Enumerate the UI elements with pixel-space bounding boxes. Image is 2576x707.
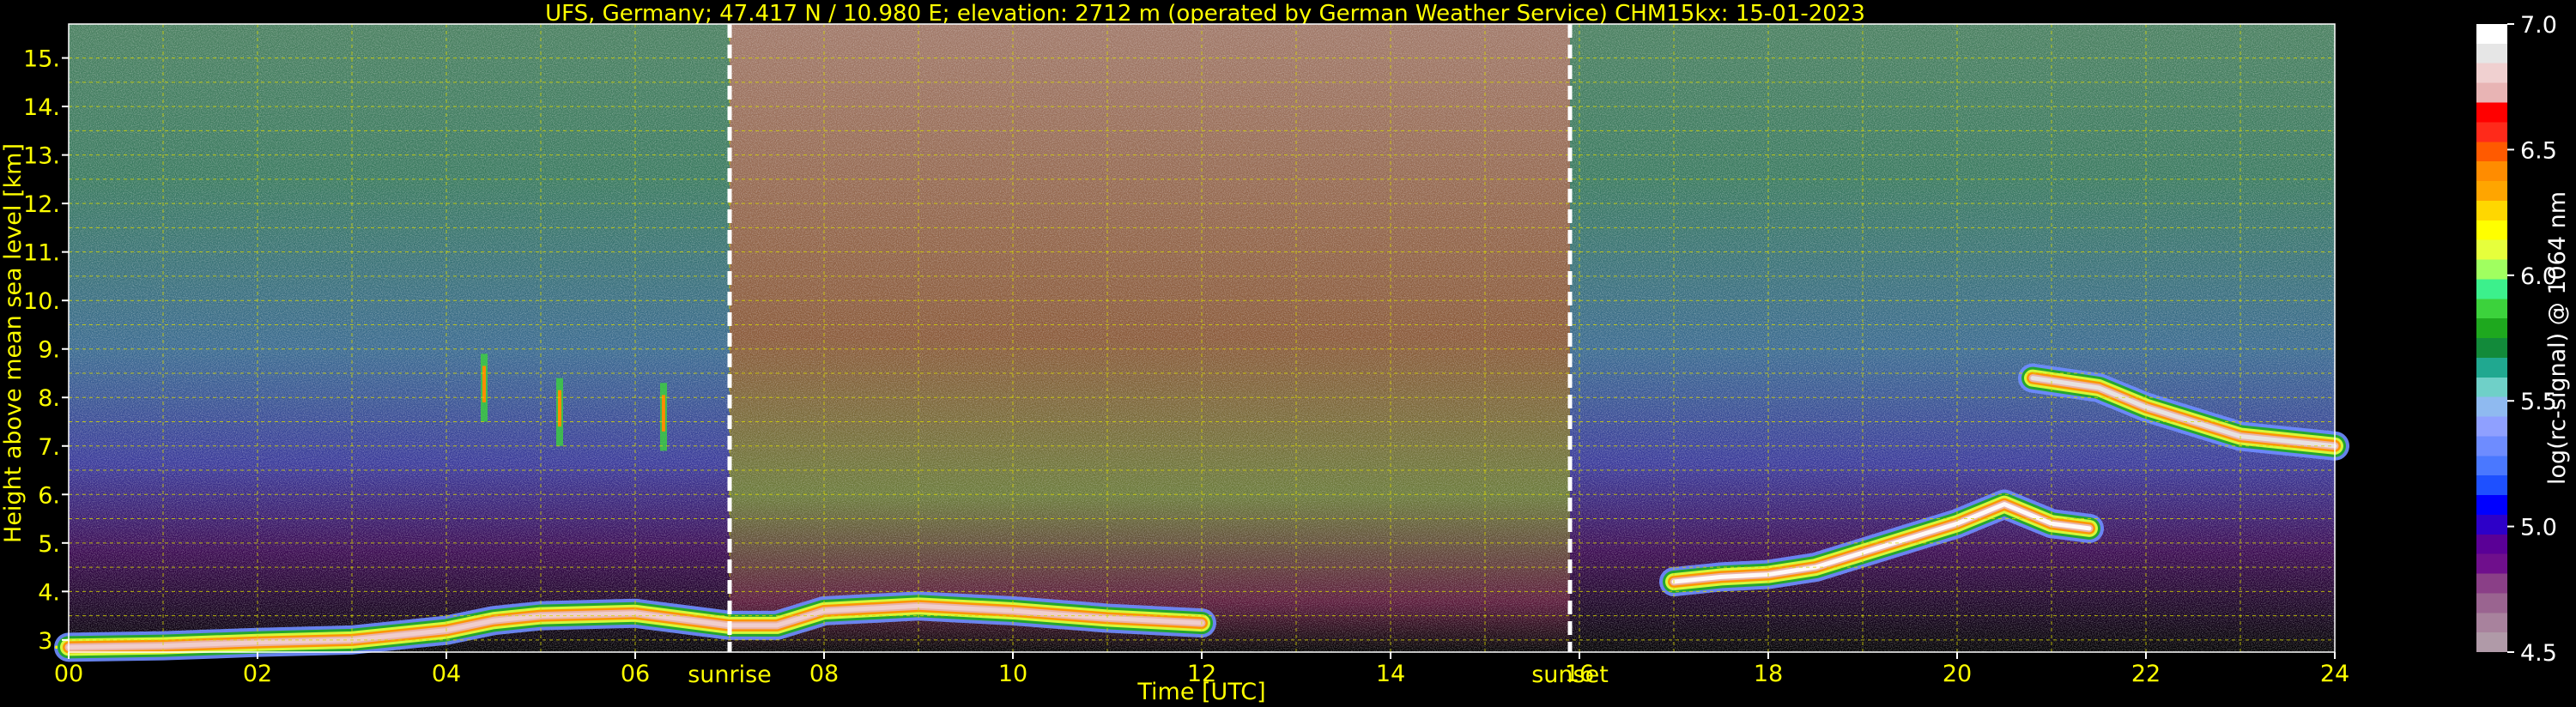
x-tick-label: 20 <box>1943 661 1972 687</box>
x-tick-label: 18 <box>1754 661 1783 687</box>
y-axis-label: Height above mean sea level [km] <box>0 143 27 543</box>
x-tick-label: 24 <box>2320 661 2349 687</box>
x-tick-label: 02 <box>243 661 272 687</box>
x-tick-label: 04 <box>432 661 461 687</box>
colorbar-scale <box>2476 24 2507 652</box>
x-tick-label: 00 <box>54 661 83 687</box>
y-tick-label: 7. <box>38 434 60 461</box>
y-tick-label: 10. <box>23 288 60 315</box>
marker-label-sunset: sunset <box>1531 662 1609 688</box>
x-tick-label: 14 <box>1376 661 1405 687</box>
marker-label-sunrise: sunrise <box>688 662 772 688</box>
x-axis-label: Time [UTC] <box>1136 679 1265 705</box>
signal-noise-texture <box>69 24 2335 652</box>
x-tick-label: 10 <box>998 661 1027 687</box>
x-tick-label: 22 <box>2131 661 2161 687</box>
colorbar-tick-label: 6.5 <box>2520 137 2557 164</box>
y-tick-label: 11. <box>23 240 60 267</box>
virga-streak <box>481 354 488 422</box>
virga-streak <box>660 383 667 451</box>
colorbar-label: log(rc-signal) @ 1064 nm <box>2544 191 2571 485</box>
plot-area <box>54 23 2349 662</box>
y-tick-label: 13. <box>23 143 60 170</box>
colorbar-tick-label: 4.5 <box>2520 640 2557 667</box>
x-tick-label: 06 <box>621 661 650 687</box>
y-tick-label: 6. <box>38 482 60 509</box>
y-tick-label: 12. <box>23 191 60 218</box>
y-tick-label: 4. <box>38 579 60 606</box>
colorbar-tick-label: 5.0 <box>2520 515 2557 541</box>
y-tick-label: 9. <box>38 337 60 364</box>
ceilometer-chart: UFS, Germany; 47.417 N / 10.980 E; eleva… <box>0 1 2571 705</box>
y-tick-label: 5. <box>38 531 60 558</box>
y-tick-label: 15. <box>23 46 60 73</box>
colorbar: 4.55.05.56.06.57.0 log(rc-signal) @ 1064… <box>2476 12 2571 667</box>
y-tick-label: 8. <box>38 385 60 412</box>
virga-streak <box>556 378 563 446</box>
y-axis: 3. 4. 5. 6. 7. 8. 9. 10. 11. 12. 13. 14. 15. <box>23 46 69 655</box>
y-tick-label: 14. <box>23 94 60 121</box>
chart-title: UFS, Germany; 47.417 N / 10.980 E; eleva… <box>545 1 1865 27</box>
x-tick-label: 08 <box>809 661 839 687</box>
colorbar-tick-label: 7.0 <box>2520 12 2557 39</box>
y-tick-label: 3. <box>38 628 60 655</box>
